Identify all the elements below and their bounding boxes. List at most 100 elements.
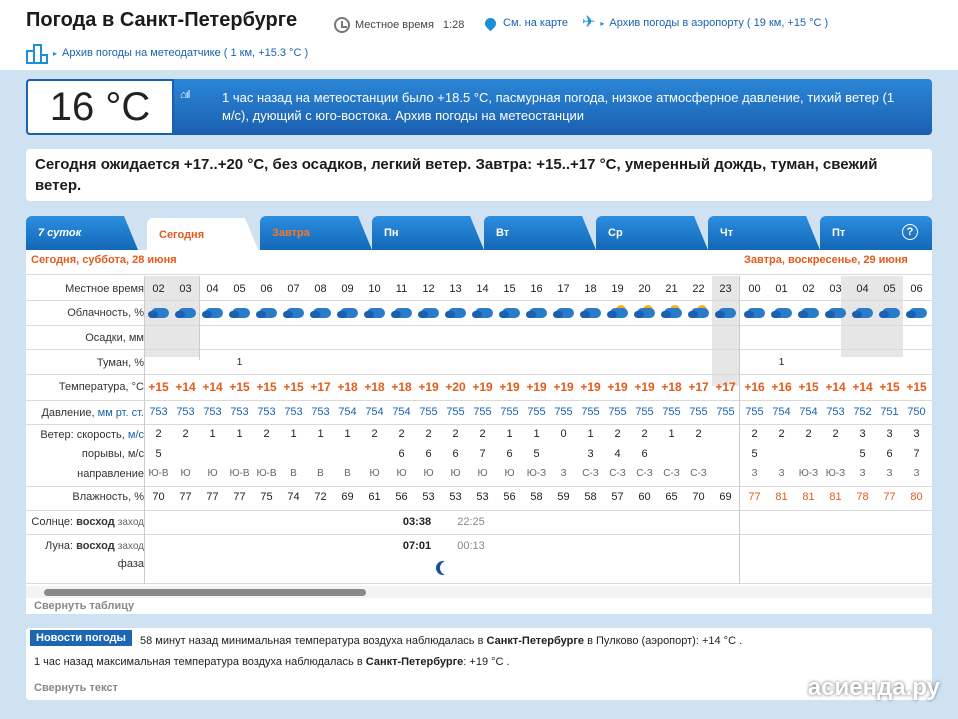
direction-cell: Ю <box>369 468 380 479</box>
humidity-cell: 81 <box>775 491 788 503</box>
pressure-cell: 753 <box>149 406 168 418</box>
news-tag: Новости погоды <box>30 630 132 646</box>
hour-cell: 14 <box>476 283 489 295</box>
temp-cell: +19 <box>472 380 493 394</box>
label-moon: Луна: восход заход <box>44 540 144 552</box>
tab-7days[interactable]: 7 суток <box>26 216 138 250</box>
temp-cell: +19 <box>607 380 628 394</box>
hour-cell: 02 <box>802 283 815 295</box>
airport-archive-link[interactable]: ✈ ▸ Архив погоды в аэропорту ( 19 км, +1… <box>582 15 828 31</box>
humidity-cell: 77 <box>206 491 219 503</box>
direction-cell: Ю-В <box>256 468 277 479</box>
hour-cell: 03 <box>829 283 842 295</box>
current-description[interactable]: 1 час назад на метеостанции было +18.5 °… <box>222 89 902 125</box>
map-pin-icon <box>482 15 499 31</box>
tab-wed[interactable]: Ср <box>596 216 708 250</box>
humidity-cell: 75 <box>260 491 273 503</box>
sun-cloud-icon <box>607 305 629 319</box>
map-link[interactable]: См. на карте <box>482 15 568 31</box>
temp-cell: +18 <box>661 380 682 394</box>
wind-cell: 1 <box>209 428 216 440</box>
cloud-icon <box>175 305 197 319</box>
moonset-time: 00:13 <box>457 540 485 552</box>
humidity-cell: 77 <box>179 491 192 503</box>
wind-cell: 1 <box>506 428 513 440</box>
pressure-cell: 750 <box>907 406 926 418</box>
gust-cell: 3 <box>587 448 594 460</box>
help-icon[interactable]: ? <box>902 224 918 240</box>
humidity-cell: 60 <box>638 491 651 503</box>
cloud-icon <box>744 305 766 319</box>
cloud-icon <box>906 305 928 319</box>
direction-cell: С-З <box>609 468 626 479</box>
temp-cell: +15 <box>229 380 250 394</box>
humidity-cell: 56 <box>503 491 516 503</box>
temp-cell: +14 <box>175 380 196 394</box>
pressure-cell: 755 <box>500 406 519 418</box>
temp-cell: +15 <box>256 380 277 394</box>
station-icon: ⌂ıl <box>180 89 190 101</box>
news-item-1: 58 минут назад минимальная температура в… <box>140 635 743 647</box>
temp-cell: +15 <box>906 380 927 394</box>
humidity-cell: 77 <box>883 491 896 503</box>
humidity-cell: 77 <box>748 491 761 503</box>
label-phase: фаза <box>117 558 144 570</box>
humidity-cell: 61 <box>368 491 381 503</box>
collapse-table-button[interactable]: Свернуть таблицу <box>34 600 134 612</box>
cloud-icon <box>499 305 521 319</box>
collapse-text-button[interactable]: Свернуть текст <box>34 682 118 694</box>
row-divider <box>26 486 932 487</box>
tab-fri[interactable]: Пт? <box>820 216 932 250</box>
label-time: Местное время <box>65 283 144 295</box>
hour-cell: 04 <box>206 283 219 295</box>
cloud-icon <box>418 305 440 319</box>
temp-cell: +19 <box>526 380 547 394</box>
humidity-cell: 53 <box>476 491 489 503</box>
direction-cell: Ю <box>423 468 434 479</box>
wind-cell: 2 <box>778 428 785 440</box>
temp-cell: +14 <box>202 380 223 394</box>
horizontal-scrollbar[interactable] <box>26 586 932 598</box>
direction-cell: Ю-З <box>825 468 846 479</box>
tab-tomorrow[interactable]: Завтра <box>260 216 372 250</box>
humidity-cell: 56 <box>395 491 408 503</box>
forecast-summary: Сегодня ожидается +17..+20 °C, без осадк… <box>26 149 932 201</box>
pressure-cell: 755 <box>689 406 708 418</box>
tab-thu[interactable]: Чт <box>708 216 820 250</box>
moon-phase-icon <box>440 561 454 575</box>
gust-cell: 4 <box>614 448 621 460</box>
wind-cell: 1 <box>587 428 594 440</box>
direction-cell: С-З <box>582 468 599 479</box>
humidity-cell: 78 <box>856 491 869 503</box>
hour-cell: 16 <box>530 283 543 295</box>
tab-tue[interactable]: Вт <box>484 216 596 250</box>
temp-cell: +14 <box>852 380 873 394</box>
watermark-logo: асиенда.ру <box>807 674 940 701</box>
tab-mon[interactable]: Пн <box>372 216 484 250</box>
wind-cell: 3 <box>913 428 920 440</box>
cloud-icon <box>229 305 251 319</box>
wind-cell: 1 <box>344 428 351 440</box>
hour-cell: 22 <box>692 283 705 295</box>
news-item-2: 1 час назад максимальная температура воз… <box>34 656 510 668</box>
station-archive-link[interactable]: ▸ Архив погоды на метеодатчике ( 1 км, +… <box>26 42 308 64</box>
wind-cell: 2 <box>371 428 378 440</box>
scrollbar-thumb[interactable] <box>44 589 366 596</box>
direction-cell: З <box>778 468 785 479</box>
hour-cell: 23 <box>719 283 732 295</box>
temp-cell: +15 <box>283 380 304 394</box>
tab-today[interactable]: Сегодня <box>147 218 259 252</box>
pressure-cell: 755 <box>635 406 654 418</box>
direction-cell: З <box>913 468 920 479</box>
pressure-cell: 753 <box>311 406 330 418</box>
humidity-cell: 81 <box>829 491 842 503</box>
tomorrow-header: Завтра, воскресенье, 29 июня <box>744 254 908 266</box>
direction-cell: С-З <box>663 468 680 479</box>
humidity-cell: 59 <box>557 491 570 503</box>
direction-cell: Ю <box>396 468 407 479</box>
pressure-cell: 753 <box>176 406 195 418</box>
pressure-cell: 755 <box>716 406 735 418</box>
label-wind: Ветер: скорость, м/с <box>40 429 144 441</box>
label-fog: Туман, % <box>96 357 144 369</box>
humidity-cell: 65 <box>665 491 678 503</box>
